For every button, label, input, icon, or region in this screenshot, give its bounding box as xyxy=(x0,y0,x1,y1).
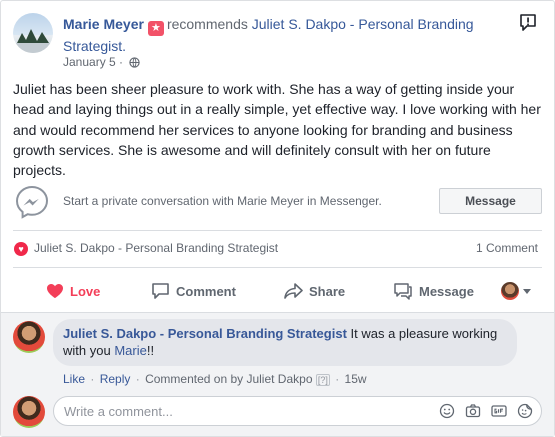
report-post-icon[interactable] xyxy=(519,13,537,33)
comment-button[interactable]: Comment xyxy=(151,277,236,305)
love-reaction-icon[interactable]: ♥ xyxy=(14,242,28,256)
meta-separator: · xyxy=(335,372,340,386)
messenger-icon xyxy=(13,183,51,221)
globe-icon xyxy=(129,56,141,72)
post-meta: January 5 · xyxy=(63,54,141,72)
share-icon xyxy=(284,283,303,299)
chevron-down-icon xyxy=(523,288,531,294)
current-user-avatar xyxy=(13,396,45,428)
reactor-name[interactable]: Juliet S. Dakpo - Personal Branding Stra… xyxy=(34,240,278,256)
comment-count[interactable]: 1 Comment xyxy=(476,240,538,256)
message-label: Message xyxy=(419,283,474,299)
post-date[interactable]: January 5 xyxy=(63,55,116,69)
meta-separator: · xyxy=(119,55,124,69)
comment-meta: Like · Reply · Commented on by Juliet Da… xyxy=(63,371,367,388)
viewer-selector[interactable] xyxy=(501,277,531,305)
comment-bubble: Juliet S. Dakpo - Personal Branding Stra… xyxy=(53,319,517,366)
love-button[interactable]: Love xyxy=(46,277,100,305)
author-name[interactable]: Marie Meyer xyxy=(63,16,144,32)
emoji-icon[interactable] xyxy=(439,403,455,419)
comment-label: Comment xyxy=(176,283,236,299)
heart-icon xyxy=(47,284,63,298)
camera-icon[interactable] xyxy=(465,403,481,419)
comment-icon xyxy=(152,283,169,299)
divider xyxy=(13,267,542,268)
recommend-star-icon: ★ xyxy=(147,21,164,36)
share-label: Share xyxy=(309,283,346,299)
gif-icon[interactable] xyxy=(491,403,507,419)
author-avatar[interactable] xyxy=(13,13,53,53)
viewer-avatar xyxy=(501,282,519,300)
commented-on-by: Commented on by Juliet Dakpo xyxy=(145,372,313,386)
messenger-prompt: Start a private conversation with Marie … xyxy=(63,194,382,208)
comment-composer[interactable] xyxy=(53,396,542,426)
post-header: Marie Meyer ★ recommends Juliet S. Dakpo -… xyxy=(63,14,503,56)
comment-mention[interactable]: Marie xyxy=(114,343,147,358)
meta-separator: · xyxy=(90,372,95,386)
meta-separator: · xyxy=(135,372,140,386)
comment-time[interactable]: 15w xyxy=(345,372,367,386)
message-action-button[interactable]: Message xyxy=(393,277,474,305)
message-button[interactable]: Message xyxy=(439,188,542,214)
share-button[interactable]: Share xyxy=(284,277,345,305)
comment-input[interactable] xyxy=(64,402,424,420)
comment-author[interactable]: Juliet S. Dakpo - Personal Branding Stra… xyxy=(63,326,347,341)
divider xyxy=(13,230,542,231)
sticker-icon[interactable] xyxy=(517,403,533,419)
recommend-verb: recommends xyxy=(166,16,248,32)
composer-tools xyxy=(439,403,533,419)
recommendation-text: Juliet has been sheer pleasure to work w… xyxy=(13,81,541,179)
post-card: Marie Meyer ★ recommends Juliet S. Dakpo -… xyxy=(0,0,555,437)
commenter-avatar[interactable] xyxy=(13,321,45,353)
reply-link[interactable]: Reply xyxy=(100,372,131,386)
help-badge[interactable]: [?] xyxy=(315,374,330,386)
message-icon xyxy=(394,283,412,300)
like-comment-link[interactable]: Like xyxy=(63,372,85,386)
love-label: Love xyxy=(70,283,101,299)
comment-text-end: !! xyxy=(146,343,155,358)
